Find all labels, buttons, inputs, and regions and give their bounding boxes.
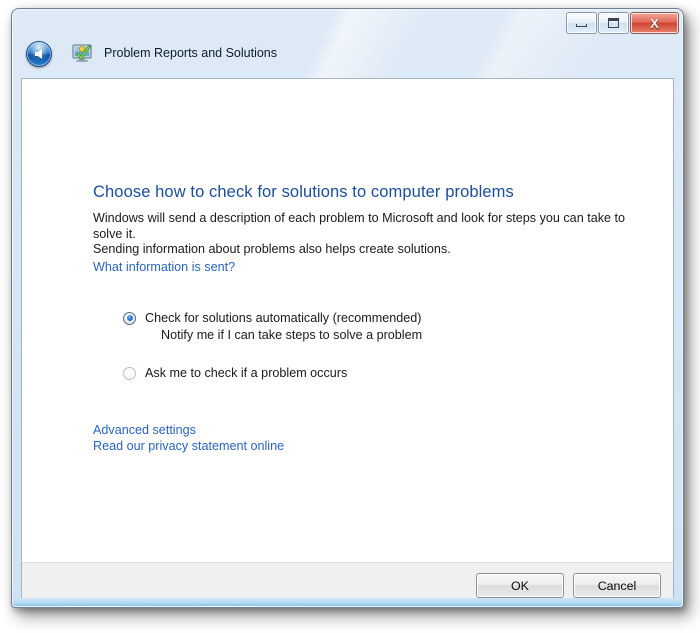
close-button[interactable]: X	[630, 12, 679, 34]
problem-reports-icon	[72, 44, 92, 63]
minimize-icon	[576, 24, 587, 27]
radio-ask-me[interactable]	[123, 366, 136, 380]
main-content: Choose how to check for solutions to com…	[93, 183, 653, 454]
window-title: Problem Reports and Solutions	[104, 46, 278, 60]
cancel-button[interactable]: Cancel	[573, 573, 661, 598]
page-title: Choose how to check for solutions to com…	[93, 183, 514, 201]
back-arrow-icon	[34, 49, 42, 59]
content-pane: Choose how to check for solutions to com…	[21, 78, 674, 562]
what-information-is-sent-link[interactable]: What information is sent?	[93, 260, 235, 274]
maximize-icon	[608, 18, 619, 28]
footer-buttons: OK Cancel	[476, 573, 661, 598]
close-icon: X	[650, 15, 659, 31]
window-bottom-glow	[13, 598, 682, 606]
bottom-links: Advanced settings Read our privacy state…	[93, 422, 653, 454]
window-caption-buttons: X	[565, 12, 679, 34]
ok-button[interactable]: OK	[476, 573, 564, 598]
description-line-2: Sending information about problems also …	[93, 242, 451, 257]
maximize-button[interactable]	[598, 12, 629, 34]
option-check-automatically[interactable]: Check for solutions automatically (recom…	[123, 310, 653, 326]
problem-reports-window: X Problem Reports and Solutions Choose h…	[11, 8, 684, 608]
options-group: Check for solutions automatically (recom…	[123, 310, 653, 381]
advanced-settings-link[interactable]: Advanced settings	[93, 422, 196, 438]
privacy-statement-link[interactable]: Read our privacy statement online	[93, 438, 284, 454]
desktop-backdrop: X Problem Reports and Solutions Choose h…	[0, 0, 700, 633]
option-sublabel-notify-me: Notify me if I can take steps to solve a…	[161, 327, 423, 342]
description-line-1: Windows will send a description of each …	[93, 211, 625, 241]
radio-check-automatically[interactable]	[123, 311, 136, 325]
option-ask-me[interactable]: Ask me to check if a problem occurs	[123, 365, 653, 381]
option-label-check-automatically: Check for solutions automatically (recom…	[145, 310, 422, 325]
back-button[interactable]	[26, 41, 52, 67]
option-label-ask-me: Ask me to check if a problem occurs	[145, 365, 348, 380]
minimize-button[interactable]	[566, 12, 597, 34]
navigation-bar: Problem Reports and Solutions	[12, 35, 683, 78]
